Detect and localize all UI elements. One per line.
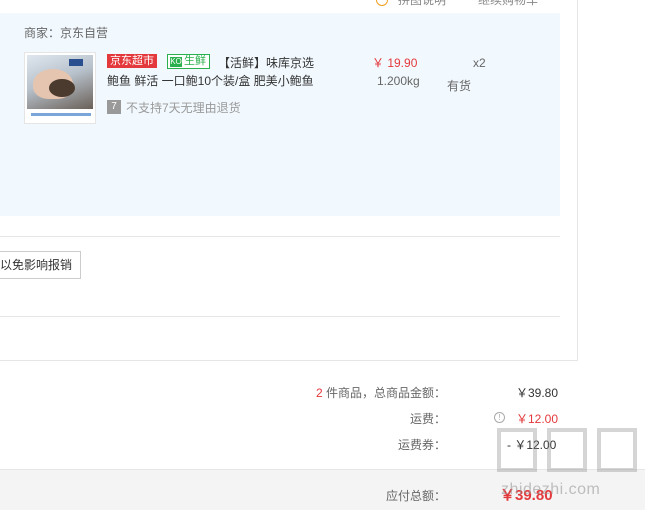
item-count: 2: [315, 386, 323, 400]
divider: [0, 236, 560, 237]
jd-supermarket-tag: 京东超市: [107, 54, 157, 68]
watermark-logo: [497, 428, 642, 478]
no-return-icon: 7: [107, 100, 121, 114]
goods-total-label-text: 件商品，总商品金额：: [322, 386, 446, 400]
product-price: ￥ 19.90: [372, 56, 418, 70]
fresh-tag: KO 生鲜: [167, 54, 210, 69]
fresh-tag-label: 生鲜: [184, 55, 206, 67]
product-weight: 1.200kg: [377, 74, 420, 88]
product-thumbnail[interactable]: [24, 52, 96, 124]
invoice-button[interactable]: 以免影响报销: [0, 251, 81, 279]
top-link-left[interactable]: 拼图说明: [398, 0, 446, 8]
thumbnail-caption-line: [31, 113, 91, 116]
shipping-label: 运费：: [409, 412, 446, 426]
watermark-url: zhidezhi.com: [501, 481, 601, 498]
abalone-shape: [49, 79, 75, 97]
goods-total-label: 2 件商品，总商品金额：: [266, 384, 446, 401]
product-quantity: x2: [473, 56, 486, 70]
no-return-text: 不支持7天无理由退货: [126, 101, 241, 115]
fresh-icon: KO: [170, 56, 182, 67]
shipping-value: ￥12.00: [516, 412, 559, 426]
stock-status: 有货: [447, 79, 472, 93]
product-name-line2[interactable]: 鲍鱼 鲜活 一口鲍10个装/盒 肥美小鲍鱼: [107, 72, 314, 89]
info-icon[interactable]: !: [494, 412, 505, 423]
goods-total-value: ￥39.80: [516, 386, 559, 400]
product-name-line1[interactable]: 【活鲜】味库京选: [218, 54, 314, 71]
top-link-right[interactable]: 继续购物车: [478, 0, 538, 8]
divider: [0, 316, 560, 317]
merchant-label: 商家：京东自营: [24, 26, 109, 40]
total-label: 应付总额：: [385, 489, 446, 503]
coupon-label: 运费券：: [397, 438, 446, 452]
brand-logo-icon: [69, 59, 83, 66]
